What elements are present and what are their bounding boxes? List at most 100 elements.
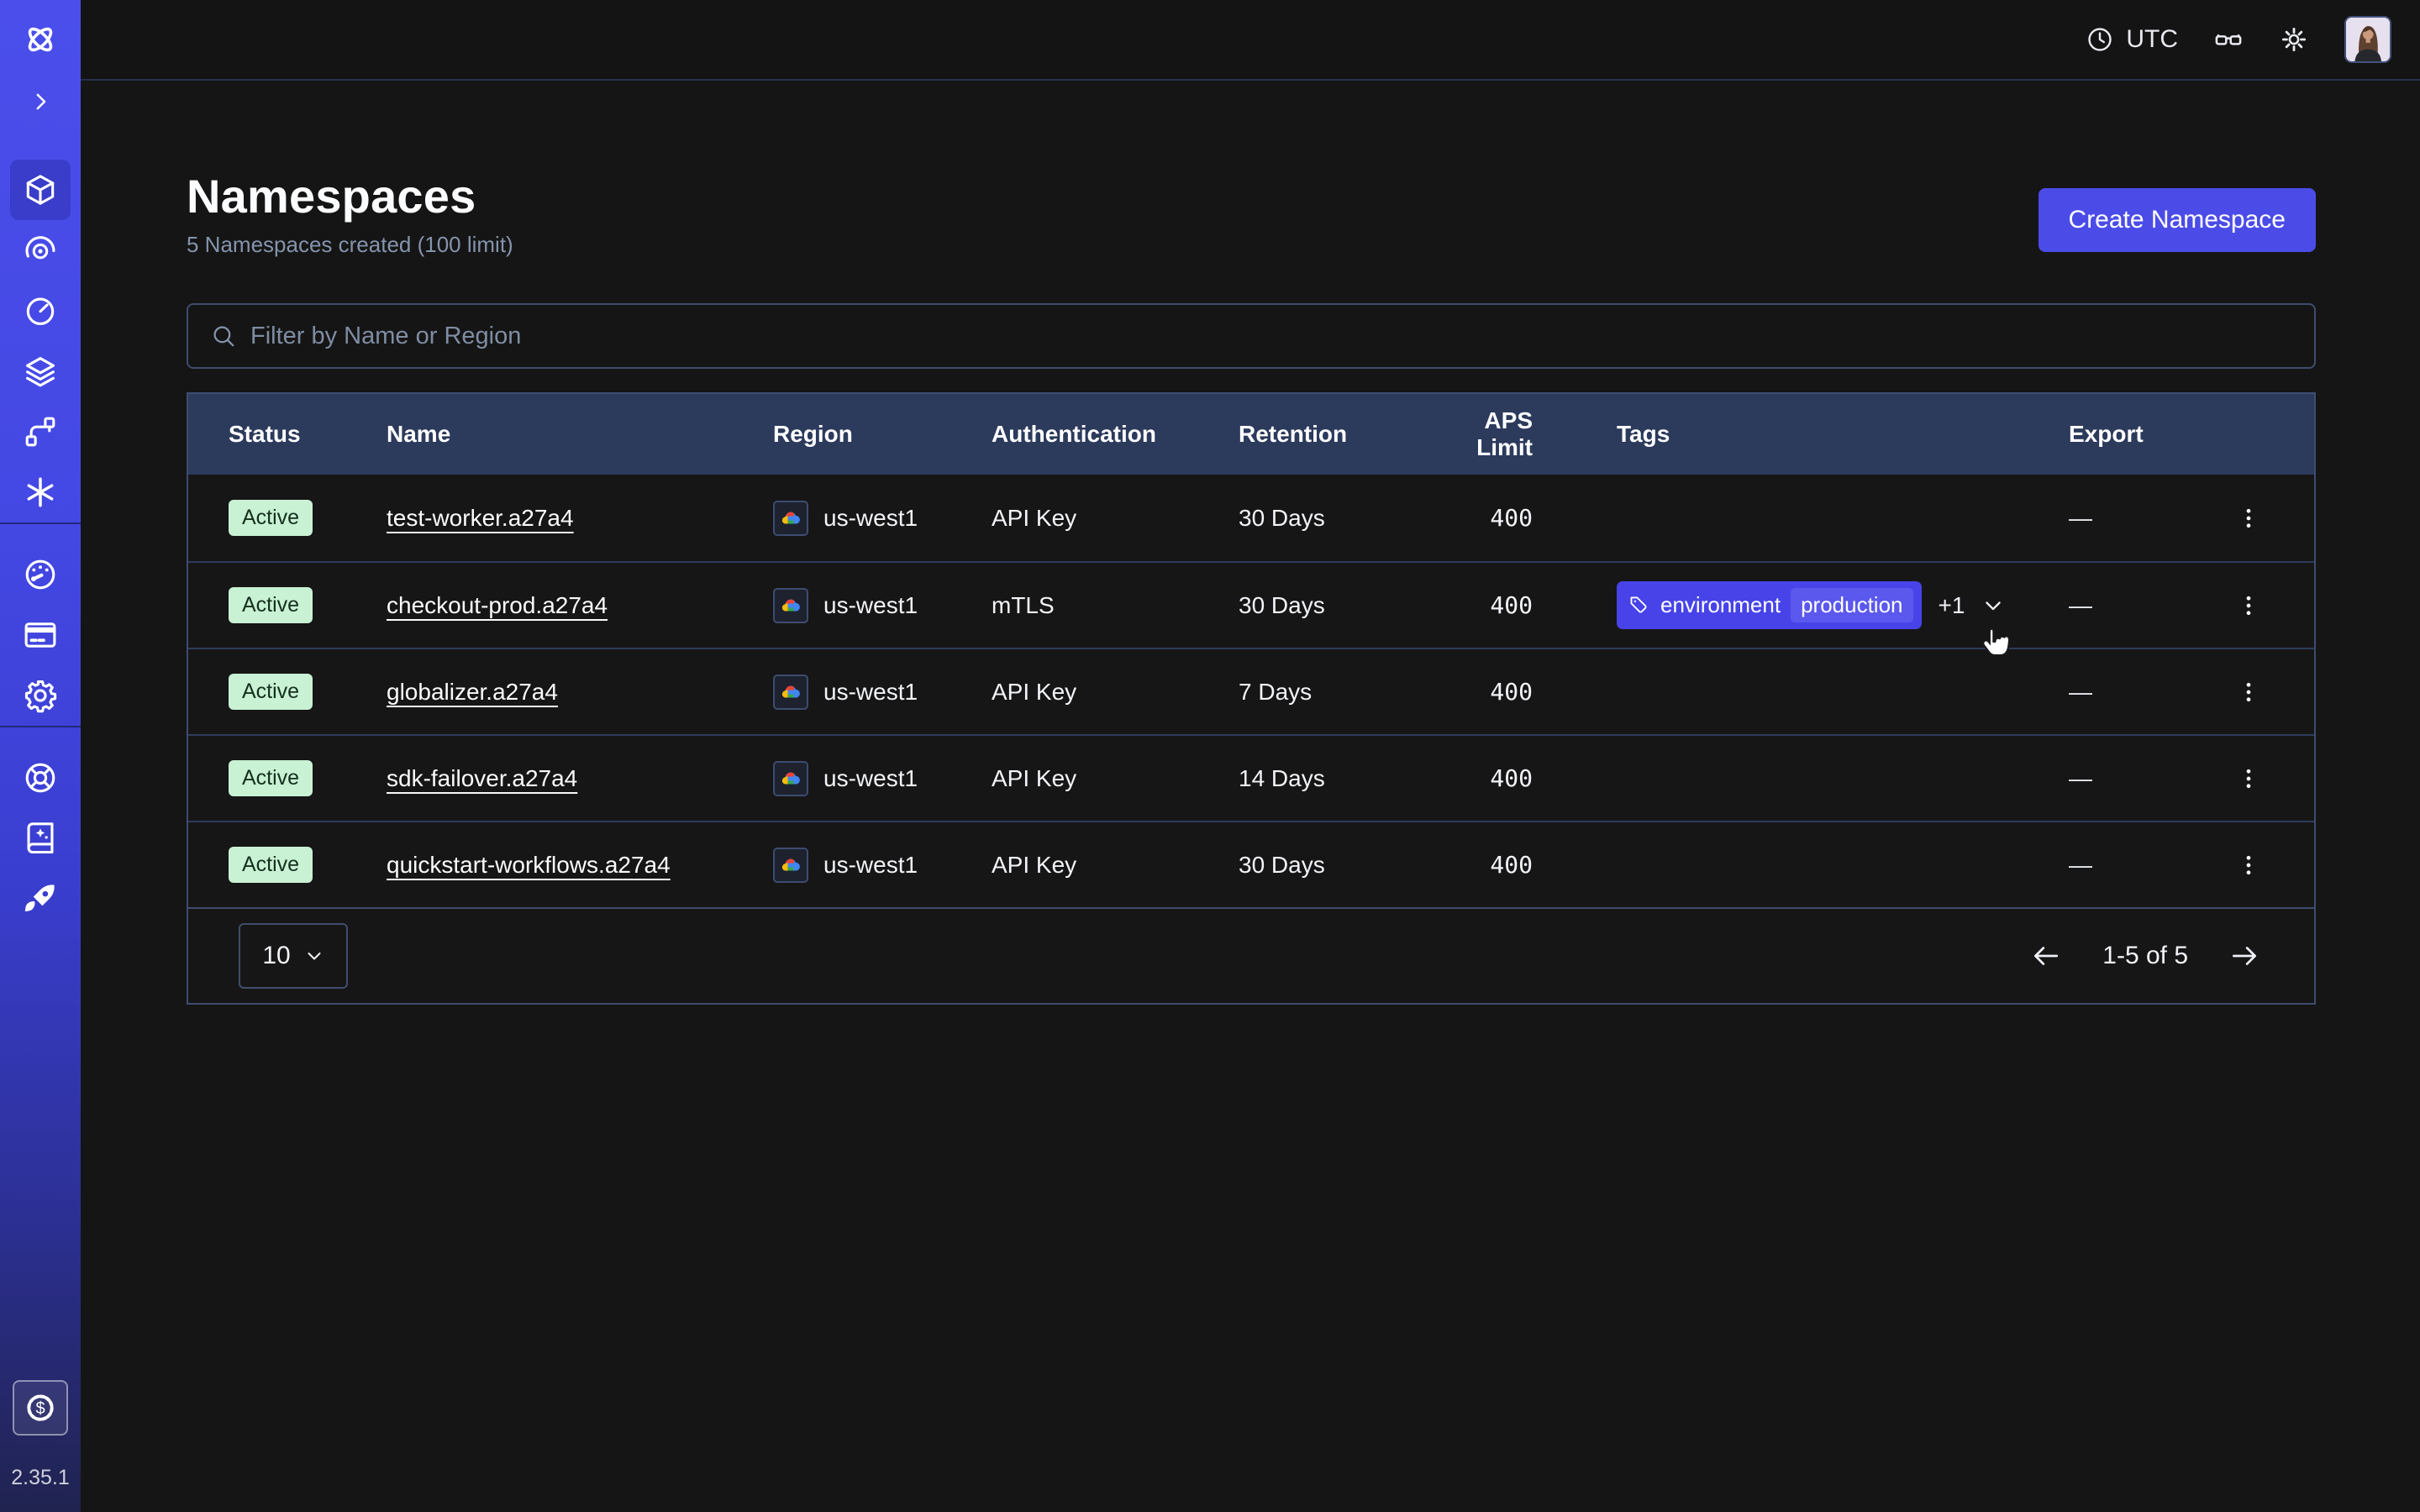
kebab-menu-icon [2236, 766, 2261, 791]
filter-bar [187, 303, 2316, 369]
arrow-left-icon [2030, 940, 2062, 972]
main-content: Namespaces 5 Namespaces created (100 lim… [81, 82, 2420, 1005]
kebab-menu-icon [2236, 506, 2261, 531]
row-actions-menu-button[interactable] [2236, 593, 2261, 618]
namespace-name-link[interactable]: globalizer.a27a4 [387, 679, 558, 705]
sidebar-item-book-sparkle[interactable] [10, 808, 71, 869]
sidebar-item-branch[interactable] [10, 402, 71, 462]
version-label: 2.35.1 [11, 1466, 70, 1490]
authentication-cell: API Key [992, 505, 1239, 532]
rocket-icon [22, 880, 59, 917]
sidebar-item-asterisk[interactable] [10, 462, 71, 522]
namespace-name-link[interactable]: sdk-failover.a27a4 [387, 765, 577, 791]
google-cloud-icon [773, 675, 808, 710]
labs-toggle-button[interactable] [2213, 24, 2244, 55]
sidebar-item-rocket[interactable] [10, 869, 71, 929]
namespace-name-link[interactable]: test-worker.a27a4 [387, 505, 574, 531]
namespace-name-link[interactable]: checkout-prod.a27a4 [387, 592, 608, 618]
export-cell: — [2069, 852, 2217, 879]
tags-expand-button[interactable] [1981, 594, 2005, 617]
chevron-down-icon [1981, 594, 2005, 617]
sidebar-item-lifebuoy[interactable] [10, 748, 71, 808]
sidebar-bottom: 2.35.1 [11, 1380, 70, 1512]
retention-cell: 30 Days [1239, 852, 1449, 879]
sidebar-item-billing-card[interactable] [10, 605, 71, 665]
page-title: Namespaces [187, 170, 513, 223]
sidebar-expand-chevron-icon[interactable] [28, 89, 53, 114]
clock-icon [2086, 25, 2114, 54]
avatar[interactable] [2344, 16, 2391, 63]
row-actions-menu-button[interactable] [2236, 853, 2261, 878]
table-row: Active test-worker.a27a4 us-west1 API Ke… [188, 475, 2314, 561]
previous-page-button[interactable] [2030, 940, 2062, 972]
topbar: UTC [81, 0, 2420, 81]
filter-input[interactable] [250, 323, 2292, 350]
page-subtitle: 5 Namespaces created (100 limit) [187, 232, 513, 258]
authentication-cell: mTLS [992, 592, 1239, 619]
column-header-status: Status [229, 421, 387, 448]
namespace-name-link[interactable]: quickstart-workflows.a27a4 [387, 852, 671, 878]
gear-icon [22, 677, 59, 714]
region-label: us-west1 [823, 592, 918, 619]
region-label: us-west1 [823, 765, 918, 792]
namespaces-table: Status Name Region Authentication Retent… [187, 392, 2316, 1005]
sidebar-item-cube[interactable] [10, 160, 71, 220]
asterisk-icon [22, 474, 59, 511]
google-cloud-icon [773, 761, 808, 796]
column-header-tags: Tags [1617, 421, 2069, 448]
aps-limit-cell: 400 [1449, 851, 1617, 879]
export-cell: — [2069, 765, 2217, 792]
sidebar-item-gear[interactable] [10, 665, 71, 726]
sidebar-item-eye-rings[interactable] [10, 220, 71, 281]
column-header-aps-limit: APS Limit [1449, 407, 1617, 461]
next-page-button[interactable] [2228, 940, 2260, 972]
export-cell: — [2069, 505, 2217, 532]
aps-limit-cell: 400 [1449, 591, 1617, 619]
region-label: us-west1 [823, 679, 918, 706]
table-row: Active quickstart-workflows.a27a4 us-wes… [188, 821, 2314, 907]
eye-rings-icon [22, 232, 59, 269]
page-size-select[interactable]: 10 [239, 923, 348, 989]
export-cell: — [2069, 679, 2217, 706]
kebab-menu-icon [2236, 593, 2261, 618]
row-actions-menu-button[interactable] [2236, 766, 2261, 791]
sidebar-item-gauge[interactable] [10, 544, 71, 605]
arrow-right-icon [2228, 940, 2260, 972]
create-namespace-button[interactable]: Create Namespace [2039, 188, 2316, 252]
glasses-icon [2213, 24, 2244, 55]
table-body: Active test-worker.a27a4 us-west1 API Ke… [188, 475, 2314, 907]
sidebar-item-countdown[interactable] [10, 281, 71, 341]
page-size-value: 10 [262, 942, 290, 970]
chevron-down-icon [304, 946, 324, 966]
plan-badge[interactable] [13, 1380, 68, 1436]
sidebar-divider [0, 726, 81, 727]
pagination-range: 1-5 of 5 [2102, 942, 2188, 970]
retention-cell: 30 Days [1239, 505, 1449, 532]
google-cloud-icon [773, 501, 808, 536]
sidebar: 2.35.1 [0, 0, 81, 1512]
row-actions-menu-button[interactable] [2236, 680, 2261, 705]
column-header-export: Export [2069, 421, 2217, 448]
retention-cell: 14 Days [1239, 765, 1449, 792]
column-header-region: Region [773, 421, 992, 448]
search-icon [210, 323, 237, 349]
google-cloud-icon [773, 588, 808, 623]
dollar-seal-icon [24, 1391, 57, 1425]
tag-chip[interactable]: environment production [1617, 581, 1922, 629]
layers-icon [22, 353, 59, 390]
theme-toggle-button[interactable] [2279, 24, 2309, 55]
timezone-selector[interactable]: UTC [2086, 25, 2178, 54]
status-badge: Active [229, 500, 313, 536]
sidebar-item-layers[interactable] [10, 341, 71, 402]
temporal-logo-icon [21, 20, 60, 59]
table-header-row: Status Name Region Authentication Retent… [188, 394, 2314, 475]
book-sparkle-icon [22, 820, 59, 857]
tag-key: environment [1660, 592, 1781, 618]
cube-icon [22, 171, 59, 208]
table-row: Active checkout-prod.a27a4 us-west1 mTLS… [188, 561, 2314, 648]
table-row: Active globalizer.a27a4 us-west1 API Key… [188, 648, 2314, 734]
aps-limit-cell: 400 [1449, 678, 1617, 706]
gauge-icon [22, 556, 59, 593]
tag-value: production [1791, 588, 1912, 622]
row-actions-menu-button[interactable] [2236, 506, 2261, 531]
